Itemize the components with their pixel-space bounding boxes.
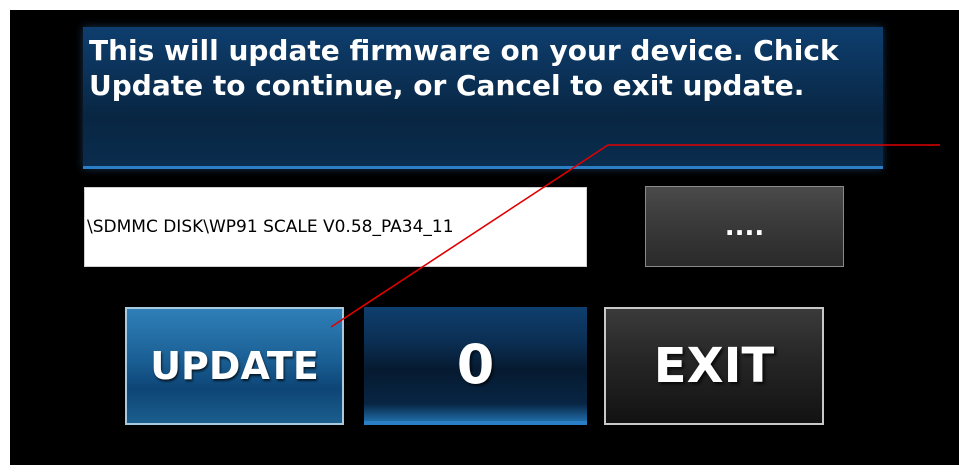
browse-button-label: .... — [724, 211, 765, 242]
progress-counter-value: 0 — [456, 332, 495, 396]
update-message-panel: This will update firmware on your device… — [83, 27, 883, 169]
progress-counter: 0 — [364, 307, 587, 425]
browse-button[interactable]: .... — [645, 186, 844, 267]
update-message-text: This will update firmware on your device… — [89, 34, 839, 102]
update-button-label: UPDATE — [150, 344, 319, 388]
firmware-path-field[interactable] — [84, 187, 587, 267]
screenshot-frame: This will update firmware on your device… — [0, 0, 959, 475]
exit-button-label: EXIT — [653, 338, 775, 394]
update-button[interactable]: UPDATE — [125, 307, 344, 425]
exit-button[interactable]: EXIT — [604, 307, 824, 425]
